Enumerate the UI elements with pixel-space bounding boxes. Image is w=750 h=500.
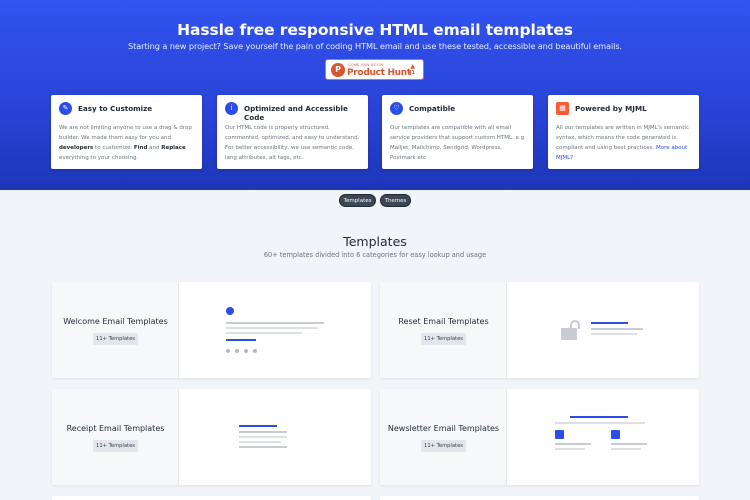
template-count-badge: 11+ Templates [421,440,466,452]
feature-body: All our templates are written in MJML's … [556,125,689,161]
card-title: Reset Email Templates [398,317,489,326]
tab-themes[interactable]: Themes [380,194,411,207]
upvote-count: 41 [408,70,415,76]
card-info: Welcome Email Templates 11+ Templates [52,282,179,378]
tab-templates[interactable]: Templates [339,194,376,207]
feature-card-compatible: ♡ Compatible Our templates are compatibl… [382,95,533,169]
card-info: Receipt Email Templates 11+ Templates [52,389,179,485]
hero-subtitle: Starting a new project? Save yourself th… [127,41,622,51]
info-icon: i [225,102,238,115]
feature-title: Compatible [409,104,456,113]
welcome-preview [179,282,371,378]
producthunt-badge[interactable]: P COME JOIN US ON Product Hunt ▲ 41 [325,59,424,80]
feature-title: Optimized and Accessible Code [244,104,348,122]
feature-body: Our HTML code is properly structured, co… [225,125,360,161]
section-tabs: Templates Themes [0,194,750,208]
producthunt-name: Product Hunt [347,68,411,78]
template-count-badge: 11+ Templates [93,440,138,452]
template-card-welcome[interactable]: Welcome Email Templates 11+ Templates [52,282,371,378]
heart-icon: ♡ [390,102,403,115]
padlock-icon [561,320,583,340]
template-count-badge: 11+ Templates [421,333,466,345]
feature-title: Powered by MJML [575,104,647,113]
hero-banner: Hassle free responsive HTML email templa… [0,0,750,190]
template-count-badge: 11+ Templates [93,333,138,345]
upvote-arrow-icon: ▲ [410,63,415,70]
template-card-receipt[interactable]: Receipt Email Templates 11+ Templates [52,389,371,485]
card-title: Newsletter Email Templates [387,424,500,433]
producthunt-caption: COME JOIN US ON [348,63,384,67]
template-card-partial [380,496,699,500]
template-card-partial [52,496,371,500]
template-card-reset[interactable]: Reset Email Templates 11+ Templates [380,282,699,378]
feature-title: Easy to Customize [78,104,153,113]
card-info: Reset Email Templates 11+ Templates [380,282,507,378]
hero-title: Hassle free responsive HTML email templa… [177,21,573,39]
card-title: Receipt Email Templates [66,424,165,433]
templates-heading: Templates [343,234,407,249]
feature-card-mjml: ▦ Powered by MJML All our templates are … [548,95,699,169]
pencil-icon: ✎ [59,102,72,115]
feature-card-optimized: i Optimized and Accessible Code Our HTML… [217,95,368,169]
mjml-icon: ▦ [556,102,569,115]
card-info: Newsletter Email Templates 11+ Templates [380,389,507,485]
newsletter-preview [507,389,699,485]
producthunt-logo-icon: P [331,63,345,77]
reset-preview [507,282,699,378]
feature-body: Our templates are compatible with all em… [390,125,525,161]
receipt-preview [179,389,371,485]
card-title: Welcome Email Templates [63,317,168,326]
template-card-newsletter[interactable]: Newsletter Email Templates 11+ Templates [380,389,699,485]
feature-card-customize: ✎ Easy to Customize We are not limiting … [51,95,202,169]
feature-body: We are not limiting anyone to use a drag… [59,125,192,161]
templates-subheading: 60+ templates divided into 6 categories … [263,251,487,259]
